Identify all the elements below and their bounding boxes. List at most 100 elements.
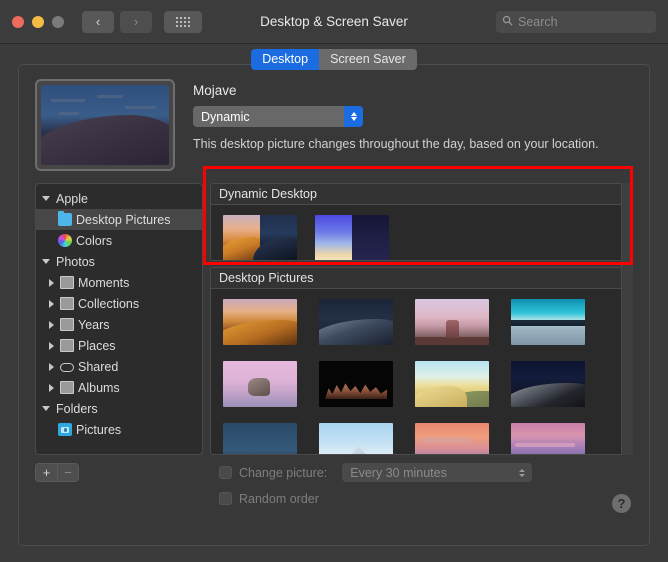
popup-stepper-icon[interactable] [344, 106, 363, 127]
dynamic-desktop-thumbnails [211, 205, 632, 261]
sidebar-item-label: Colors [76, 234, 112, 248]
sidebar-item-places[interactable]: Places [36, 335, 202, 356]
disclosure-triangle-icon[interactable] [49, 300, 54, 308]
wallpaper-thumbnail-solar-dynamic[interactable] [315, 215, 389, 261]
sidebar-item-label: Folders [56, 402, 98, 416]
tab-desktop[interactable]: Desktop [251, 49, 319, 70]
wallpaper-thumbnail[interactable] [511, 423, 585, 455]
wallpaper-browser: Dynamic Desktop Desktop Pictures [210, 183, 633, 455]
vertical-scrollbar[interactable] [621, 183, 633, 455]
chevron-left-icon: ‹ [96, 15, 100, 28]
sidebar-item-label: Desktop Pictures [76, 213, 170, 227]
system-preferences-window: ‹ › Desktop & Screen Saver Search Deskto… [0, 0, 668, 562]
sidebar-item-label: Photos [56, 255, 95, 269]
add-folder-button[interactable]: + [36, 464, 57, 481]
sidebar-item-label: Places [78, 339, 116, 353]
change-interval-popup: Every 30 minutes [342, 463, 532, 482]
disclosure-triangle-icon[interactable] [49, 363, 54, 371]
wallpaper-thumbnail[interactable] [511, 361, 585, 407]
disclosure-triangle-icon[interactable] [42, 196, 50, 201]
cloud-icon [60, 363, 74, 372]
picture-info: Mojave Dynamic This desktop picture chan… [193, 79, 633, 171]
photo-library-icon [60, 297, 74, 310]
forward-button: › [120, 11, 152, 33]
pictures-folder-icon [58, 423, 72, 436]
disclosure-triangle-icon[interactable] [49, 321, 54, 329]
change-picture-controls: Change picture: Every 30 minutes Random … [219, 463, 532, 515]
wallpaper-thumbnail[interactable] [415, 299, 489, 345]
disclosure-triangle-icon[interactable] [49, 342, 54, 350]
source-list[interactable]: Apple Desktop Pictures Colors Photos [35, 183, 203, 455]
traffic-lights [12, 16, 64, 28]
sidebar-item-albums[interactable]: Albums [36, 377, 202, 398]
sidebar-item-photos[interactable]: Photos [36, 251, 202, 272]
chevron-right-icon: › [134, 15, 138, 28]
wallpaper-thumbnail[interactable] [415, 361, 489, 407]
sidebar-item-years[interactable]: Years [36, 314, 202, 335]
search-placeholder: Search [518, 15, 558, 29]
dynamic-style-popup[interactable]: Dynamic [193, 106, 363, 127]
add-remove-buttons: + − [35, 463, 79, 482]
wallpaper-thumbnail[interactable] [223, 299, 297, 345]
sidebar-item-label: Shared [78, 360, 118, 374]
sidebar-item-label: Pictures [76, 423, 121, 437]
minimize-window-icon[interactable] [32, 16, 44, 28]
sidebar-item-apple[interactable]: Apple [36, 188, 202, 209]
search-icon [502, 15, 513, 26]
disclosure-triangle-icon[interactable] [49, 279, 54, 287]
change-picture-checkbox [219, 466, 232, 479]
desktop-pictures-thumbnails [211, 289, 632, 455]
grid-icon [176, 17, 190, 27]
show-all-button[interactable] [164, 11, 202, 33]
photo-library-icon [60, 381, 74, 394]
change-picture-row: Change picture: Every 30 minutes [219, 463, 532, 482]
preferences-panel: Mojave Dynamic This desktop picture chan… [18, 64, 650, 546]
picture-description: This desktop picture changes throughout … [193, 137, 633, 151]
sidebar-item-label: Albums [78, 381, 120, 395]
disclosure-triangle-icon[interactable] [42, 406, 50, 411]
desktop-preview-frame [35, 79, 175, 171]
dynamic-desktop-header: Dynamic Desktop [211, 184, 632, 205]
sidebar-item-desktop-pictures[interactable]: Desktop Pictures [36, 209, 202, 230]
sidebar-item-colors[interactable]: Colors [36, 230, 202, 251]
sidebar-item-shared[interactable]: Shared [36, 356, 202, 377]
folder-icon [58, 213, 72, 226]
close-window-icon[interactable] [12, 16, 24, 28]
wallpaper-thumbnail[interactable] [319, 423, 393, 455]
tab-screen-saver[interactable]: Screen Saver [319, 49, 417, 70]
wallpaper-thumbnail[interactable] [415, 423, 489, 455]
back-button[interactable]: ‹ [82, 11, 114, 33]
photo-library-icon [60, 339, 74, 352]
desktop-preview-image [41, 85, 169, 165]
disclosure-triangle-icon[interactable] [42, 259, 50, 264]
random-order-label: Random order [239, 492, 319, 506]
navigation-buttons: ‹ › [82, 11, 152, 33]
sidebar-item-folders[interactable]: Folders [36, 398, 202, 419]
dynamic-style-value: Dynamic [201, 110, 250, 124]
wallpaper-thumbnail[interactable] [223, 361, 297, 407]
help-button[interactable]: ? [612, 494, 631, 513]
sidebar-item-moments[interactable]: Moments [36, 272, 202, 293]
wallpaper-thumbnail[interactable] [319, 361, 393, 407]
wallpaper-thumbnail-mojave-dynamic[interactable] [223, 215, 297, 261]
search-field[interactable]: Search [496, 11, 656, 33]
picker-body: Apple Desktop Pictures Colors Photos [19, 183, 649, 455]
wallpaper-thumbnail[interactable] [511, 299, 585, 345]
picture-name-label: Mojave [193, 83, 633, 98]
tab-group: Desktop Screen Saver [251, 49, 417, 70]
photo-library-icon [60, 318, 74, 331]
zoom-window-icon [52, 16, 64, 28]
random-order-checkbox [219, 492, 232, 505]
desktop-pictures-header: Desktop Pictures [211, 268, 632, 289]
change-picture-label: Change picture: [239, 466, 327, 480]
current-picture-section: Mojave Dynamic This desktop picture chan… [19, 65, 649, 181]
sidebar-item-label: Collections [78, 297, 139, 311]
sidebar-item-pictures[interactable]: Pictures [36, 419, 202, 440]
sidebar-item-collections[interactable]: Collections [36, 293, 202, 314]
color-wheel-icon [58, 234, 72, 247]
sidebar-item-label: Years [78, 318, 110, 332]
wallpaper-thumbnail[interactable] [319, 299, 393, 345]
photo-library-icon [60, 276, 74, 289]
disclosure-triangle-icon[interactable] [49, 384, 54, 392]
wallpaper-thumbnail[interactable] [223, 423, 297, 455]
